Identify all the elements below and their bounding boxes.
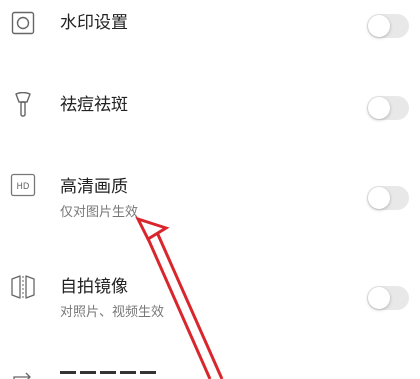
hd-quality-toggle[interactable] (367, 186, 409, 210)
settings-row-selfie-mirror[interactable]: 自拍镜像 对照片、视频生效 (0, 260, 420, 340)
square-circle-icon (10, 10, 36, 36)
svg-text:HD: HD (17, 182, 30, 192)
settings-row-hd-quality[interactable]: HD 高清画质 仅对图片生效 (0, 160, 420, 240)
settings-row-title: 自拍镜像 (60, 277, 128, 297)
mirror-icon (10, 274, 36, 300)
toggle-knob (368, 15, 390, 37)
settings-row-title: 水印设置 (60, 13, 128, 33)
settings-row-acne-removal[interactable]: 祛痘祛斑 (0, 80, 420, 140)
selfie-mirror-toggle[interactable] (367, 286, 409, 310)
partial-row-icon (10, 368, 36, 379)
settings-row-partial[interactable] (0, 362, 420, 379)
settings-row-subtitle: 对照片、视频生效 (60, 305, 165, 320)
toggle-knob (368, 187, 390, 209)
toggle-knob (368, 97, 390, 119)
settings-row-title: 高清画质 (60, 177, 128, 197)
settings-row-subtitle: 仅对图片生效 (60, 205, 139, 220)
settings-row-title: 祛痘祛斑 (60, 95, 128, 115)
toggle-knob (368, 287, 390, 309)
partial-row-title-glyphs (60, 371, 170, 379)
acne-removal-toggle[interactable] (367, 96, 409, 120)
makeup-brush-icon (10, 92, 36, 118)
hd-icon: HD (10, 172, 36, 198)
settings-row-watermark[interactable]: 水印设置 (0, 0, 420, 60)
settings-screen: 水印设置 祛痘祛斑 HD 高清画质 仅对图片生效 自拍镜像 对照片、视频生效 (0, 0, 420, 379)
watermark-toggle[interactable] (367, 14, 409, 38)
